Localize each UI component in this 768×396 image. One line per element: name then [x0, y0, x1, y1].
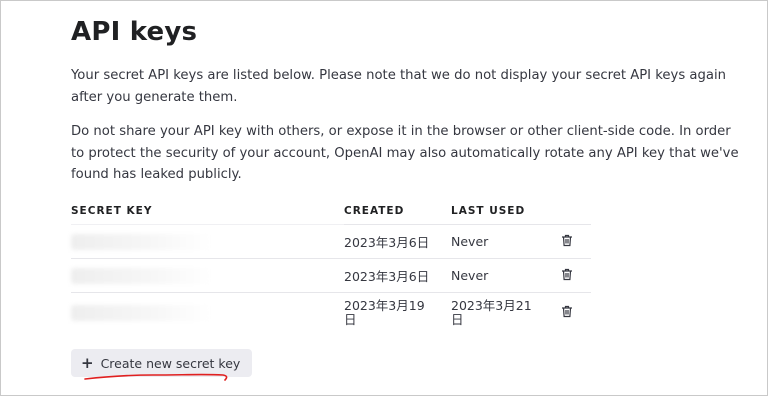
- table-row: sk-...7tJt 2023年3月6日 Never: [71, 258, 591, 293]
- table-row: sk-...3RkO 2023年3月19日 2023年3月21日: [71, 292, 591, 333]
- secret-key-cell: sk-...7tJt: [71, 258, 344, 293]
- last-used-date-text: 2023年3月21日: [451, 298, 532, 327]
- delete-cell: [561, 224, 591, 259]
- last-used-cell: Never: [451, 224, 561, 259]
- redacted-key: sk-...7tJt: [71, 233, 211, 250]
- window-frame: API keys Your secret API keys are listed…: [0, 0, 768, 396]
- trash-icon[interactable]: [561, 234, 575, 248]
- header-secret-key: SECRET KEY: [71, 205, 153, 217]
- description-paragraph-2: Do not share your API key with others, o…: [71, 124, 739, 182]
- created-cell: 2023年3月6日: [344, 258, 451, 293]
- header-last-used: LAST USED: [451, 205, 526, 217]
- table-row: sk-...7tJt 2023年3月6日 Never: [71, 224, 591, 259]
- secret-key-cell: sk-...7tJt: [71, 224, 344, 259]
- page-title: API keys: [71, 17, 198, 47]
- red-underline-annotation: [84, 373, 228, 381]
- last-used-cell: Never: [451, 258, 561, 293]
- header-created: CREATED: [344, 205, 405, 217]
- delete-cell: [561, 258, 591, 293]
- trash-icon[interactable]: [561, 268, 575, 282]
- created-cell: 2023年3月6日: [344, 224, 451, 259]
- header-actions: [561, 200, 591, 225]
- redacted-key: sk-...3RkO: [71, 305, 211, 321]
- trash-icon[interactable]: [561, 305, 575, 319]
- created-date-text: 2023年3月19日: [344, 298, 425, 327]
- last-used-cell: 2023年3月21日: [451, 292, 561, 333]
- redacted-key: sk-...7tJt: [71, 267, 211, 284]
- secret-key-cell: sk-...3RkO: [71, 292, 344, 333]
- table-header-row: SECRET KEY CREATED LAST USED: [71, 200, 591, 225]
- main-content: API keys Your secret API keys are listed…: [71, 1, 751, 377]
- api-keys-table: SECRET KEY CREATED LAST USED sk-...7tJt …: [71, 200, 591, 333]
- created-cell: 2023年3月19日: [344, 292, 451, 333]
- description-paragraph-1: Your secret API keys are listed below. P…: [71, 68, 726, 105]
- delete-cell: [561, 292, 591, 333]
